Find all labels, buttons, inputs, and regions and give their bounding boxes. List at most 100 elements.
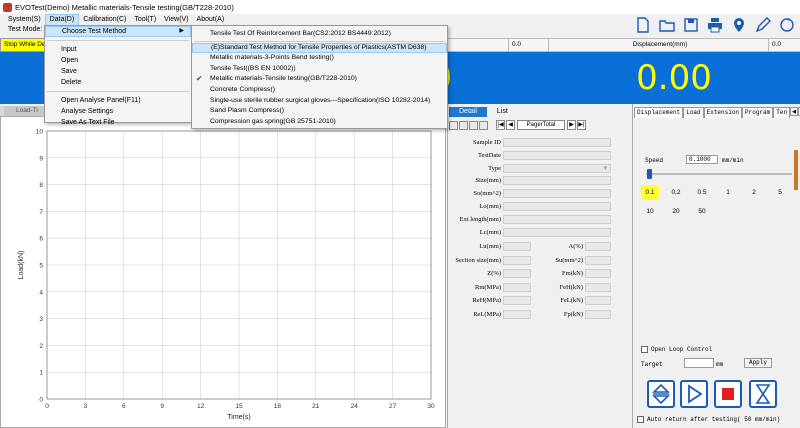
print-icon[interactable] (706, 16, 724, 34)
field-input-fel-kn[interactable] (585, 296, 611, 306)
method-gas-spring[interactable]: Compression gas spring(GB 25751-2010) (192, 117, 447, 128)
menu-item-input[interactable]: Input (45, 44, 191, 55)
field-input-rel-mpa[interactable] (503, 310, 531, 319)
y-tick-label: 6 (39, 236, 43, 243)
open-loop-checkbox[interactable] (641, 346, 648, 353)
field-label-type: Type (488, 164, 501, 172)
menu-item-save-as-text[interactable]: Save As Text File (45, 117, 191, 128)
field-input-fp-kn[interactable] (585, 310, 611, 319)
pause-hourglass-button[interactable] (749, 380, 777, 408)
auto-return-checkbox[interactable] (637, 416, 644, 423)
field-input-section-size-mm[interactable] (503, 255, 531, 265)
field-input-lo-mm[interactable] (503, 202, 611, 211)
menu-item-save[interactable]: Save (45, 66, 191, 77)
speed-preset-1[interactable]: 1 (719, 185, 737, 200)
x-tick-label: 24 (351, 403, 359, 410)
field-input-lu-mm[interactable] (503, 242, 531, 251)
test-mode-label: Test Mode: (8, 26, 43, 33)
menu-item-delete[interactable]: Delete (45, 77, 191, 88)
delete-record-icon[interactable] (479, 120, 488, 130)
field-input-size-mm[interactable] (503, 176, 611, 186)
location-pin-icon[interactable] (730, 16, 748, 34)
field-label-so-mm-2: So(mm^2) (473, 190, 501, 198)
speed-preset-2[interactable]: 2 (745, 185, 763, 200)
chart-tab-load-time[interactable]: Load-Ti (4, 106, 44, 116)
menu-item-open[interactable]: Open (45, 55, 191, 66)
first-page-button[interactable]: |◀ (496, 120, 505, 130)
new-record-icon[interactable] (449, 120, 458, 130)
field-input-rm-mpa[interactable] (503, 282, 531, 292)
speed-preset-0-5[interactable]: 0.5 (693, 185, 711, 200)
method-surgical-gloves[interactable]: Single-use sterile rubber surgical glove… (192, 96, 447, 107)
field-input-z[interactable] (503, 269, 531, 279)
speed-slider-thumb[interactable] (646, 169, 652, 179)
field-label-sample-id: Sample ID (473, 139, 501, 146)
prev-page-button[interactable]: ◀ (506, 120, 515, 130)
field-input-feh-kn[interactable] (585, 282, 611, 292)
edit-pencil-icon[interactable] (754, 16, 772, 34)
field-input-testdate[interactable] (503, 150, 611, 160)
menu-item-open-analyse-panel[interactable]: Open Analyse Panel(F11) (45, 95, 191, 106)
field-input-reh-mpa[interactable] (503, 296, 531, 306)
speed-preset-50[interactable]: 50 (693, 204, 711, 219)
field-input-ext-length-mm[interactable] (503, 214, 611, 224)
new-file-icon[interactable] (634, 16, 652, 34)
speed-preset-20[interactable]: 20 (667, 204, 685, 219)
menu-item-analyse-settings[interactable]: Analyse Settings (45, 106, 191, 117)
field-input-so-mm-2[interactable] (503, 189, 611, 199)
save-icon[interactable] (682, 16, 700, 34)
method-sand-plasm-compress[interactable]: Sand Plasm Compress() (192, 106, 447, 117)
detail-toolbar: |◀ ◀ PagerTotal ▶ ▶| (449, 119, 586, 131)
save-record-icon[interactable] (469, 120, 478, 130)
next-page-button[interactable]: ▶ (567, 120, 576, 130)
tab-detail[interactable]: Detail (449, 107, 487, 117)
submenu-arrow-icon: ▶ (179, 28, 184, 34)
tab-list[interactable]: List (487, 107, 518, 117)
rotate-icon[interactable] (778, 16, 796, 34)
speed-input[interactable]: 0.1000 (686, 155, 718, 164)
method-plastics-astm-d638[interactable]: (E)Standard Test Method for Tensile Prop… (192, 42, 447, 54)
menu-item-choose-test-method[interactable]: Choose Test Method ▶ (45, 26, 191, 37)
speed-preset-0-2[interactable]: 0.2 (667, 185, 685, 200)
panel-scroll-indicator[interactable] (794, 150, 798, 190)
field-input-lc-mm[interactable] (503, 227, 611, 237)
tab-displacement[interactable]: Displacement (634, 107, 684, 118)
field-label-feh-kn: FeH(kN) (559, 283, 583, 291)
tab-scroll-left-icon[interactable]: ◀ (790, 107, 799, 116)
speed-preset-0-1[interactable]: 0.1 (641, 185, 659, 200)
open-loop-label: Open Loop Control (651, 346, 713, 353)
method-gb-t228-2010[interactable]: ✔ Metallic materials-Tensile testing(GB/… (192, 74, 447, 85)
method-concrete-compress[interactable]: Concrete Compress() (192, 85, 447, 96)
last-page-button[interactable]: ▶| (577, 120, 586, 130)
field-label-rm-mpa: Rm(MPa) (475, 283, 501, 291)
field-input-fm-kn[interactable] (585, 269, 611, 279)
method-3-points-bend[interactable]: Metallic materials-3-Points Bend testing… (192, 53, 447, 64)
field-label-lo-mm: Lo(mm) (479, 203, 501, 210)
y-axis-label: Load(kN) (18, 251, 25, 280)
open-record-icon[interactable] (459, 120, 468, 130)
jog-up-down-button[interactable] (647, 380, 675, 408)
tab-ten[interactable]: Ten (773, 107, 791, 118)
menu-system[interactable]: System(S) (4, 14, 45, 26)
target-input[interactable] (684, 358, 714, 368)
method-gb-t228-label: Metallic materials-Tensile testing(GB/T2… (210, 75, 357, 83)
method-reinforcement-bar[interactable]: Tensile Test Of Reinforcement Bar(CS2:20… (192, 29, 447, 40)
apply-button[interactable]: Apply (744, 358, 772, 368)
tab-program[interactable]: Program (742, 107, 774, 118)
tab-extension[interactable]: Extension (703, 107, 743, 118)
field-input-su-mm-2[interactable] (585, 255, 611, 265)
up-down-arrows-icon (652, 383, 670, 405)
x-tick-label: 21 (312, 403, 320, 410)
open-folder-icon[interactable] (658, 16, 676, 34)
stop-test-button[interactable] (714, 380, 742, 408)
speed-preset-5[interactable]: 5 (771, 185, 789, 200)
field-input-a[interactable] (585, 242, 611, 251)
field-input-sample-id[interactable] (503, 138, 611, 147)
tab-load[interactable]: Load (683, 107, 704, 118)
speed-slider-track[interactable] (646, 173, 792, 175)
method-bs-en-10002[interactable]: Tensile Test((BS EN 10002)) (192, 64, 447, 75)
page-total: PagerTotal (517, 120, 565, 130)
speed-preset-10[interactable]: 10 (641, 204, 659, 219)
start-test-button[interactable] (680, 380, 708, 408)
field-input-type[interactable]: ▾ (503, 163, 611, 173)
